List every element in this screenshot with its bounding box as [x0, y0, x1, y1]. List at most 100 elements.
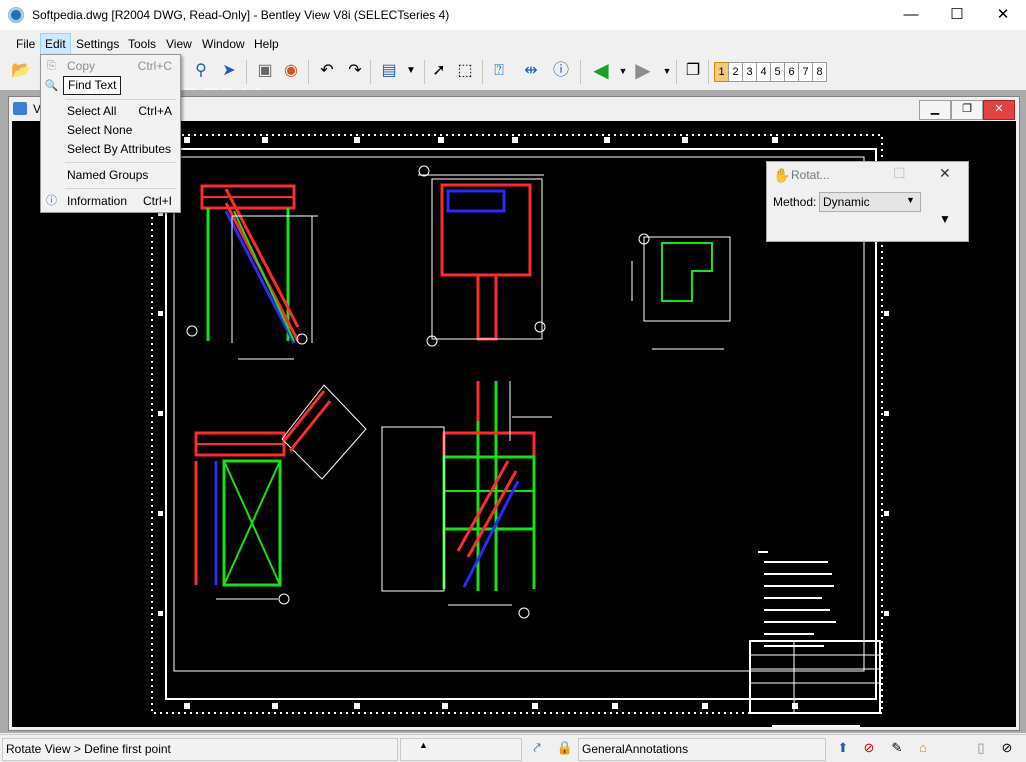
menu-item-label: Select None — [67, 123, 133, 137]
view-button-7[interactable]: 7 — [798, 62, 813, 82]
select-arrow-icon[interactable]: ➤ — [218, 59, 240, 83]
menu-item-select-none[interactable]: Select None — [41, 121, 180, 140]
view-button-4[interactable]: 4 — [756, 62, 771, 82]
menu-window[interactable]: Window — [198, 34, 249, 54]
rotate-right-icon[interactable]: ↷ — [344, 59, 366, 83]
menu-separator — [65, 188, 176, 189]
view-button-3[interactable]: 3 — [742, 62, 757, 82]
menu-item-shortcut: Ctrl+C — [137, 59, 172, 73]
selection-box-icon[interactable]: ⬚ — [454, 59, 476, 83]
menu-item-label: Copy — [67, 59, 96, 73]
back-dropdown-icon[interactable]: ▼ — [612, 59, 634, 83]
menu-item-information[interactable]: ⓘ Information Ctrl+I — [41, 192, 180, 211]
menu-item-select-all[interactable]: Select All Ctrl+A — [41, 102, 180, 121]
rotate-dialog-title: Rotat... — [791, 168, 830, 182]
menu-view[interactable]: View — [162, 34, 196, 54]
pointer-icon[interactable]: ➚ — [428, 59, 450, 83]
rotate-dialog-close-button[interactable]: ✕ — [939, 165, 951, 182]
toolbar-separator — [246, 60, 247, 84]
view-button-2[interactable]: 2 — [728, 62, 743, 82]
record-icon[interactable]: ◉ — [280, 59, 302, 83]
status-prompt: Rotate View > Define first point — [6, 742, 171, 756]
key-in-history-icon[interactable]: ▲ — [419, 740, 428, 750]
view-button-8[interactable]: 8 — [812, 62, 827, 82]
rotate-dialog-maximize-button[interactable]: ☐ — [893, 165, 906, 182]
rotate-tool-icon: ✋ — [773, 167, 791, 183]
find-text-icon: 🔍 — [44, 80, 59, 92]
view-close-button[interactable]: ✕ — [983, 100, 1015, 120]
menu-item-named-groups[interactable]: Named Groups — [41, 166, 180, 185]
menu-item-label: Select By Attributes — [67, 142, 172, 156]
stair-elevation-1 — [186, 184, 318, 360]
view-attributes-icon[interactable]: ▤ — [378, 59, 400, 83]
status-prompt-box: Rotate View > Define first point — [2, 738, 398, 761]
active-level: GeneralAnnotations — [582, 742, 689, 756]
query-icon[interactable]: ⍰ — [488, 59, 510, 83]
view-attributes-dropdown-icon[interactable]: ▼ — [400, 59, 422, 83]
measure-icon[interactable]: ⇹ — [520, 59, 542, 83]
view-button-6[interactable]: 6 — [784, 62, 799, 82]
menu-settings[interactable]: Settings — [72, 34, 123, 54]
stair-elevation-3 — [381, 381, 552, 619]
document-icon[interactable]: ▯ — [972, 739, 990, 757]
message-center-icon[interactable]: ⬆ — [834, 739, 852, 757]
back-icon[interactable]: ◀ — [590, 59, 612, 83]
menu-separator — [65, 162, 176, 163]
view-minimize-button[interactable]: ▁ — [919, 100, 951, 120]
method-select[interactable]: Dynamic ▼ — [819, 192, 921, 212]
forward-dropdown-icon[interactable]: ▼ — [656, 59, 678, 83]
view-button-1[interactable]: 1 — [714, 62, 729, 82]
view-cube-icon — [13, 102, 27, 115]
title-block — [749, 640, 881, 727]
method-value: Dynamic — [823, 195, 870, 209]
menu-tools[interactable]: Tools — [124, 34, 160, 54]
menu-item-label: Information — [67, 194, 128, 208]
rotate-view-dialog[interactable]: ✋ Rotat... ☐ ✕ Method: Dynamic ▼ ▼ — [766, 161, 969, 242]
menu-item-find-text[interactable]: 🔍 Find Text — [41, 76, 180, 96]
minimize-button[interactable]: — — [888, 0, 934, 30]
toolbar-separator — [708, 60, 709, 84]
chevron-down-icon: ▼ — [906, 195, 915, 205]
toolbar-separator — [482, 60, 483, 84]
app-icon[interactable] — [8, 7, 24, 23]
snap-icon[interactable]: ⤤ — [528, 739, 546, 757]
rotate-left-icon[interactable]: ↶ — [316, 59, 338, 83]
menu-edit[interactable]: Edit — [40, 33, 71, 55]
pan-icon[interactable]: ⚲ — [190, 59, 212, 83]
menu-item-label: Find Text — [63, 76, 122, 95]
stop-icon[interactable]: ⊘ — [860, 739, 878, 757]
toolbar-separator — [308, 60, 309, 84]
menu-item-shortcut: Ctrl+I — [142, 194, 172, 208]
key-in-field[interactable]: ▲ — [400, 738, 522, 761]
home-icon[interactable]: ⌂ — [914, 739, 932, 757]
window-title: Softpedia.dwg [R2004 DWG, Read-Only] - B… — [32, 8, 450, 22]
window-icon[interactable]: ❐ — [682, 59, 704, 83]
no-entry-icon[interactable]: ⊘ — [998, 739, 1016, 757]
view-restore-button[interactable]: ❐ — [951, 100, 983, 120]
menu-file[interactable]: File — [12, 34, 39, 54]
copy-icon: ⎘ — [47, 60, 56, 72]
status-bar: Rotate View > Define first point ▲ ⤤ 🔒 G… — [0, 734, 1026, 762]
menu-item-copy[interactable]: ⎘ Copy Ctrl+C — [41, 57, 180, 76]
method-label: Method: — [773, 195, 817, 209]
menu-separator — [65, 99, 176, 100]
menu-item-shortcut: Ctrl+A — [138, 104, 172, 118]
open-folder-icon[interactable]: 📂 — [10, 59, 32, 83]
lock-icon[interactable]: 🔒 — [556, 739, 574, 757]
title-bar: Softpedia.dwg [R2004 DWG, Read-Only] - B… — [0, 0, 1026, 30]
info-icon: ⓘ — [46, 195, 57, 207]
forward-icon[interactable]: ▶ — [632, 59, 654, 83]
menu-item-select-by-attributes[interactable]: Select By Attributes — [41, 140, 180, 159]
menu-bar: File Edit Settings Tools View Window Hel… — [0, 33, 1026, 55]
expand-arrow-icon[interactable]: ▼ — [939, 212, 951, 226]
render-icon[interactable]: ▣ — [254, 59, 276, 83]
toolbar-separator — [424, 60, 425, 84]
menu-help[interactable]: Help — [250, 34, 283, 54]
view-button-5[interactable]: 5 — [770, 62, 785, 82]
active-level-box[interactable]: GeneralAnnotations — [578, 738, 826, 761]
close-button[interactable]: ✕ — [980, 0, 1026, 30]
edit-menu-dropdown: ⎘ Copy Ctrl+C 🔍 Find Text Select All Ctr… — [40, 54, 181, 213]
maximize-button[interactable]: ☐ — [934, 0, 980, 30]
tools-icon[interactable]: ✎ — [888, 739, 906, 757]
info-icon[interactable]: ⓘ — [550, 59, 572, 83]
